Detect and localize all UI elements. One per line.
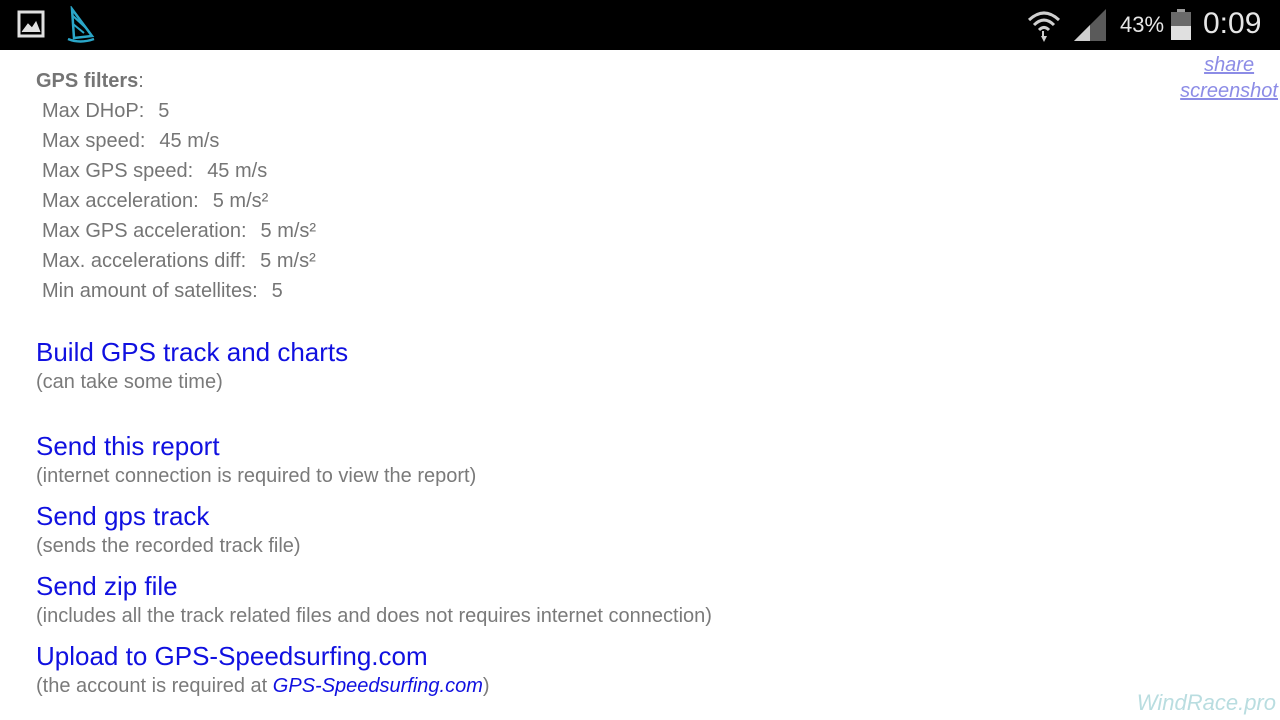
battery-icon — [1171, 9, 1191, 40]
send-report-link[interactable]: Send this report — [36, 430, 476, 462]
filter-label: Min amount of satellites: — [42, 280, 258, 302]
send-gps-track-link[interactable]: Send gps track — [36, 500, 301, 532]
send-gps-track-action: Send gps track (sends the recorded track… — [36, 500, 301, 560]
filter-row: Max. accelerations diff: 5 m/s² — [36, 246, 316, 276]
send-report-note: (internet connection is required to view… — [36, 465, 477, 487]
sail-icon — [67, 6, 95, 43]
share-link-line2[interactable]: screenshot — [1180, 78, 1278, 104]
filter-label: Max DHoP: — [42, 100, 145, 122]
filter-value: 5 m/s² — [260, 220, 317, 242]
filter-label: Max acceleration: — [42, 190, 199, 212]
wifi-icon — [1027, 11, 1061, 42]
filter-value: 5 — [158, 100, 170, 122]
build-track-note: (can take some time) — [36, 371, 223, 393]
build-gps-track-link[interactable]: Build GPS track and charts — [36, 336, 348, 368]
filter-label: Max GPS speed: — [42, 160, 194, 182]
battery-percentage: 43% — [1120, 12, 1165, 37]
filter-row: Max GPS acceleration: 5 m/s² — [36, 216, 316, 246]
gps-filters-title: GPS filters — [36, 70, 139, 92]
filter-row: Max GPS speed: 45 m/s — [36, 156, 316, 186]
gps-filters-section: GPS filters: Max DHoP: 5 Max speed: 45 m/s… — [36, 66, 316, 306]
filter-value: 45 m/s — [159, 130, 220, 152]
filter-row: Max acceleration: 5 m/s² — [36, 186, 316, 216]
gps-filters-heading: GPS filters: — [36, 66, 316, 96]
upload-note-prefix: (the account is required at — [36, 675, 273, 697]
filter-row: Max DHoP: 5 — [36, 96, 316, 126]
send-zip-file-link[interactable]: Send zip file — [36, 570, 712, 602]
upload-action: Upload to GPS-Speedsurfing.com (the acco… — [36, 640, 490, 700]
status-bar: 43% 0:09 — [0, 0, 1280, 50]
filter-value: 45 m/s — [207, 160, 268, 182]
filter-row: Min amount of satellites: 5 — [36, 276, 316, 306]
filter-value: 5 m/s² — [212, 190, 269, 212]
filter-row: Max speed: 45 m/s — [36, 126, 316, 156]
gallery-icon — [17, 10, 45, 38]
send-gps-track-note: (sends the recorded track file) — [36, 535, 301, 557]
filter-label: Max speed: — [42, 130, 146, 152]
filter-value: 5 — [271, 280, 283, 302]
filter-value: 5 m/s² — [260, 250, 316, 272]
send-report-action: Send this report (internet connection is… — [36, 430, 476, 490]
send-zip-note: (includes all the track related files an… — [36, 605, 712, 627]
upload-gps-speedsurfing-link[interactable]: Upload to GPS-Speedsurfing.com — [36, 640, 490, 672]
signal-icon — [1074, 9, 1106, 41]
gps-filters-colon: : — [138, 70, 144, 92]
upload-note: (the account is required at GPS-Speedsur… — [36, 672, 490, 700]
report-screen: GPS filters: Max DHoP: 5 Max speed: 45 m/s… — [0, 50, 1280, 720]
build-track-action: Build GPS track and charts (can take som… — [36, 336, 348, 396]
share-screenshot-link[interactable]: share screenshot — [1180, 52, 1278, 104]
filter-label: Max GPS acceleration: — [42, 220, 247, 242]
send-zip-action: Send zip file (includes all the track re… — [36, 570, 712, 630]
share-link-line1[interactable]: share — [1180, 52, 1278, 78]
filter-label: Max. accelerations diff: — [42, 250, 247, 272]
watermark: WindRace.pro — [1136, 690, 1276, 715]
gps-speedsurfing-site-link[interactable]: GPS-Speedsurfing.com — [273, 675, 483, 697]
clock: 0:09 — [1203, 7, 1262, 40]
upload-note-suffix: ) — [482, 675, 490, 697]
